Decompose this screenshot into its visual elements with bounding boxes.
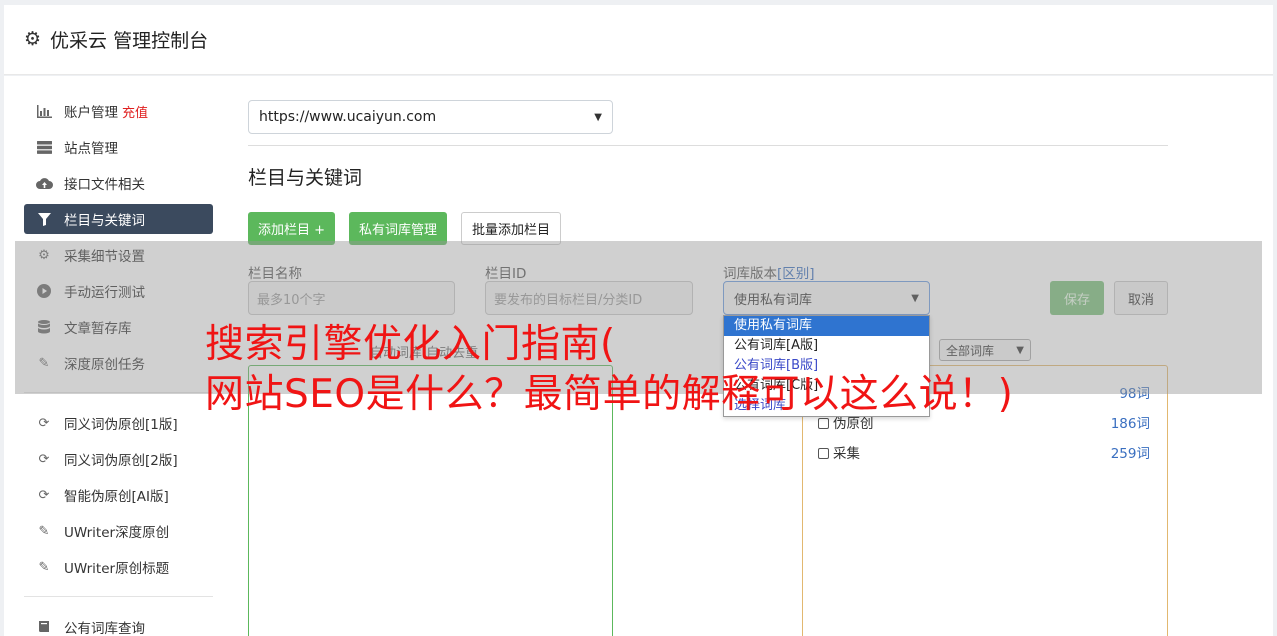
category-count: 186词 <box>1110 416 1150 432</box>
category-count: 259词 <box>1110 446 1150 462</box>
sidebar-item-label: 同义词伪原创[2版] <box>64 453 178 469</box>
sidebar-item-public-lexicon[interactable]: 公有词库查询 <box>24 612 213 636</box>
sidebar-item-label: UWriter原创标题 <box>64 561 170 577</box>
category-checkbox[interactable] <box>818 448 829 459</box>
site-select[interactable]: https://www.ucaiyun.com ▼ <box>248 100 613 134</box>
sidebar-item-sites[interactable]: 站点管理 <box>24 132 213 162</box>
sidebar-item-uwriter-title[interactable]: ✎ UWriter原创标题 <box>24 552 213 582</box>
recharge-link[interactable]: 充值 <box>122 102 148 121</box>
sidebar-item-synonym-v2[interactable]: ⟳ 同义词伪原创[2版] <box>24 444 213 474</box>
server-icon <box>35 140 53 154</box>
sidebar-item-columns-keywords[interactable]: 栏目与关键词 <box>24 204 213 234</box>
bar-chart-icon <box>35 104 53 118</box>
refresh-icon: ⟳ <box>38 415 50 431</box>
sidebar-item-api-files[interactable]: 接口文件相关 <box>24 168 213 198</box>
sidebar-item-label: 公有词库查询 <box>64 621 145 636</box>
watermark-line-1: 搜索引擎优化入门指南( <box>205 322 616 367</box>
divider <box>248 145 1168 146</box>
sidebar-item-label: UWriter深度原创 <box>64 525 170 541</box>
gear-icon: ⚙ <box>24 28 42 50</box>
app-header: ⚙ 优采云 管理控制台 <box>4 5 1273 75</box>
sidebar-item-ai-rewrite[interactable]: ⟳ 智能伪原创[AI版] <box>24 480 213 510</box>
sidebar-item-label: 接口文件相关 <box>64 177 145 193</box>
refresh-icon: ⟳ <box>38 451 50 467</box>
sidebar-item-uwriter-deep[interactable]: ✎ UWriter深度原创 <box>24 516 213 546</box>
filter-icon <box>35 212 53 226</box>
sidebar-item-label: 站点管理 <box>64 141 118 157</box>
sidebar-item-account[interactable]: 账户管理 充值 <box>24 96 213 126</box>
sidebar-item-label: 栏目与关键词 <box>64 213 145 229</box>
sidebar-item-label: 同义词伪原创[1版] <box>64 417 178 433</box>
watermark-text: 搜索引擎优化入门指南( 网站SEO是什么？最简单的解释可以这么说！) <box>205 320 1013 420</box>
refresh-icon: ⟳ <box>38 487 50 503</box>
chevron-down-icon: ▼ <box>594 111 602 123</box>
sidebar-item-synonym-v1[interactable]: ⟳ 同义词伪原创[1版] <box>24 408 213 438</box>
watermark-line-2: 网站SEO是什么？最简单的解释可以这么说！) <box>205 372 1014 417</box>
cloud-upload-icon <box>35 177 53 190</box>
edit-icon: ✎ <box>38 523 50 539</box>
section-title: 栏目与关键词 <box>248 167 363 189</box>
site-select-value: https://www.ucaiyun.com <box>259 109 437 125</box>
category-label: 采集 <box>833 446 860 462</box>
book-icon <box>35 620 53 634</box>
app-title: 优采云 管理控制台 <box>50 30 209 52</box>
category-row[interactable]: 采集 259词 <box>818 442 1150 462</box>
edit-icon: ✎ <box>38 559 50 575</box>
content-area: https://www.ucaiyun.com ▼ 栏目与关键词 添加栏目 + … <box>248 100 1168 245</box>
sidebar-divider <box>24 596 213 597</box>
sidebar-item-label: 账户管理 <box>64 105 118 121</box>
sidebar-item-label: 智能伪原创[AI版] <box>64 489 169 505</box>
